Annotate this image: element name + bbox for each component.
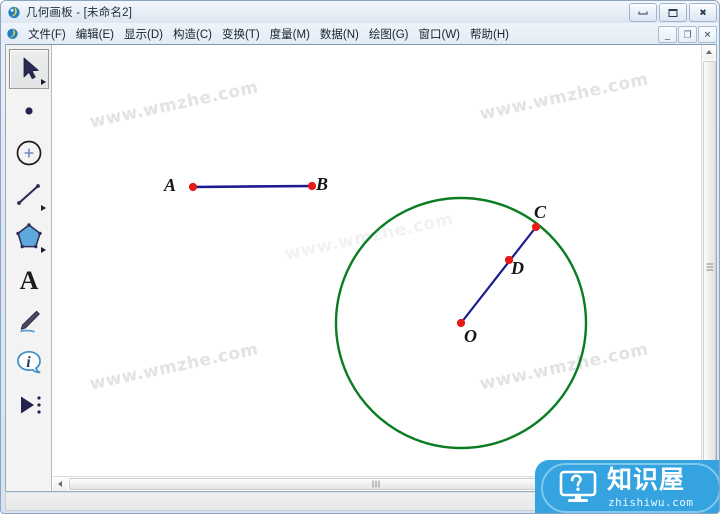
monitor-question-icon <box>559 470 597 504</box>
information-tool[interactable]: i <box>9 343 49 383</box>
document-icon[interactable] <box>6 27 19 40</box>
arrow-tool-flyout-icon[interactable] <box>41 79 46 85</box>
polygon-tool-flyout-icon[interactable] <box>41 247 46 253</box>
arrow-select-tool[interactable] <box>9 49 49 89</box>
straightedge-tool-flyout-icon[interactable] <box>41 205 46 211</box>
text-tool[interactable]: A <box>9 259 49 299</box>
maximize-icon <box>668 8 678 17</box>
application-window: 几何画板 - [未命名2] ✖ 文件(F) 编辑(E) 显示(D) 构造(C) … <box>0 0 720 514</box>
point-label-C[interactable]: C <box>534 202 546 223</box>
brand-name: 知识屋 <box>607 465 686 494</box>
mdi-close-button[interactable]: ✕ <box>698 26 717 43</box>
compass-circle-tool[interactable] <box>9 133 49 173</box>
menu-display[interactable]: 显示(D) <box>119 24 168 44</box>
segment-AB[interactable] <box>192 184 313 189</box>
point-label-O[interactable]: O <box>464 326 477 347</box>
point-label-D[interactable]: D <box>511 258 524 279</box>
point-label-B[interactable]: B <box>316 174 328 195</box>
chevron-left-icon <box>58 481 62 487</box>
vertical-scrollbar-thumb[interactable] <box>703 61 716 473</box>
title-bar[interactable]: 几何画板 - [未命名2] ✖ <box>1 1 719 23</box>
point-C[interactable] <box>531 222 541 232</box>
point-tool[interactable] <box>9 91 49 131</box>
window-title: 几何画板 - [未命名2] <box>26 7 133 19</box>
polygon-tool[interactable] <box>9 217 49 257</box>
menu-number[interactable]: 数据(N) <box>315 24 364 44</box>
menu-file[interactable]: 文件(F) <box>23 24 71 44</box>
menu-construct[interactable]: 构造(C) <box>168 24 217 44</box>
close-button[interactable]: ✖ <box>689 3 717 22</box>
tool-palette: A i <box>6 45 52 491</box>
close-icon: ✖ <box>699 7 707 17</box>
minimize-button[interactable] <box>629 3 657 22</box>
brand-watermark-badge: 知识屋 zhishiwu.com <box>535 460 719 513</box>
menu-measure[interactable]: 度量(M) <box>265 24 315 44</box>
window-controls: ✖ <box>629 3 717 22</box>
mdi-child-controls: _ ❐ ✕ <box>658 26 717 43</box>
sketchpad-globe-icon <box>7 5 21 19</box>
segment-OC[interactable] <box>460 226 537 324</box>
mdi-close-icon: ✕ <box>703 29 712 39</box>
mdi-restore-button[interactable]: ❐ <box>678 26 697 43</box>
menu-edit[interactable]: 编辑(E) <box>71 24 119 44</box>
scrollbar-grip-icon <box>372 480 381 488</box>
mdi-minimize-button[interactable]: _ <box>658 26 677 43</box>
scroll-up-button[interactable] <box>702 45 716 59</box>
menu-bar: 文件(F) 编辑(E) 显示(D) 构造(C) 变换(T) 度量(M) 数据(N… <box>1 23 719 44</box>
sketch-canvas-area[interactable]: www.wmzhe.com www.wmzhe.com www.wmzhe.co… <box>53 45 716 491</box>
custom-tool[interactable] <box>9 385 49 425</box>
menu-graph[interactable]: 绘图(G) <box>364 24 414 44</box>
minimize-icon <box>638 11 648 14</box>
svg-text:i: i <box>26 354 31 371</box>
scroll-left-button[interactable] <box>53 477 67 491</box>
mdi-minimize-icon: _ <box>664 29 671 39</box>
marker-pen-tool[interactable] <box>9 301 49 341</box>
document-client-area: A i www.wmzhe.com www.wmzhe.com www.wmzh… <box>5 44 717 492</box>
point-label-A[interactable]: A <box>164 175 176 196</box>
straightedge-tool[interactable] <box>9 175 49 215</box>
point-A[interactable] <box>188 182 198 192</box>
vertical-scrollbar[interactable] <box>701 45 716 491</box>
svg-text:A: A <box>20 266 39 295</box>
menu-transform[interactable]: 变换(T) <box>217 24 265 44</box>
menu-window[interactable]: 窗口(W) <box>413 24 465 44</box>
point-B[interactable] <box>307 181 317 191</box>
sketch-canvas[interactable]: www.wmzhe.com www.wmzhe.com www.wmzhe.co… <box>53 45 701 476</box>
brand-domain: zhishiwu.com <box>608 496 694 509</box>
scrollbar-grip-icon <box>706 263 713 271</box>
menu-help[interactable]: 帮助(H) <box>465 24 514 44</box>
mdi-restore-icon: ❐ <box>683 29 692 39</box>
maximize-button[interactable] <box>659 3 687 22</box>
chevron-up-icon <box>706 50 712 54</box>
